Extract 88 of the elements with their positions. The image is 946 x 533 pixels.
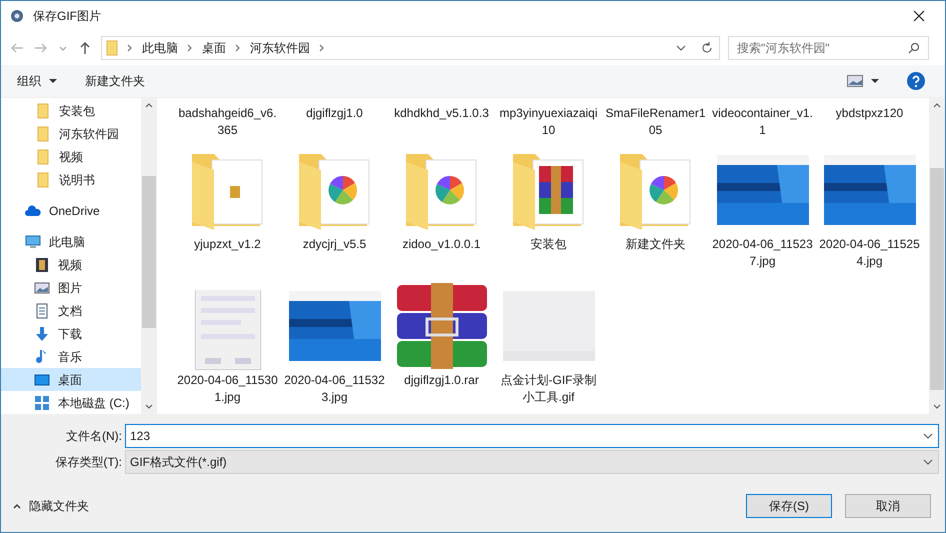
window-title: 保存GIF图片 <box>33 8 101 25</box>
file-item[interactable]: 新建文件夹 <box>602 144 709 275</box>
view-icon[interactable] <box>847 75 863 87</box>
file-item[interactable]: 2020-04-06_115301.jpg <box>174 280 281 411</box>
file-item[interactable]: zdycjrj_v5.5 <box>281 144 388 275</box>
file-name: SmaFileRenamer105 <box>604 105 707 139</box>
folder-icon <box>106 40 118 56</box>
filename-field[interactable]: 123 <box>125 424 939 448</box>
file-name: djgiflzgj1.0 <box>305 105 364 122</box>
search-icon <box>908 42 920 54</box>
sidebar-item[interactable]: 文档 <box>1 299 141 322</box>
field-label: 文件名(N): <box>65 428 123 445</box>
chevron-right-icon <box>318 44 326 52</box>
file-name: 2020-04-06_115323.jpg <box>283 372 386 406</box>
scrollbar[interactable] <box>141 98 157 414</box>
address-bar[interactable]: 此电脑 桌面 河东软件园 <box>101 36 720 60</box>
caret-icon[interactable] <box>871 77 879 85</box>
sidebar-item[interactable]: OneDrive <box>1 200 141 223</box>
chevron-right-icon <box>186 44 194 52</box>
file-item[interactable]: 2020-04-06_115254.jpg <box>816 144 923 275</box>
breadcrumb[interactable]: 河东软件园 <box>250 39 310 57</box>
document-icon <box>34 302 50 319</box>
file-name: ybdstpxz120 <box>834 105 904 122</box>
file-name: zidoo_v1.0.0.1 <box>401 236 482 253</box>
archive-icon <box>394 283 488 369</box>
breadcrumb[interactable]: 桌面 <box>202 39 226 57</box>
help-icon[interactable] <box>907 72 925 90</box>
breadcrumb[interactable]: 此电脑 <box>142 39 178 57</box>
desktop-icon <box>34 372 50 388</box>
sidebar-item[interactable]: 本地磁盘 (C:) <box>1 391 141 414</box>
field-label: 保存类型(T): <box>54 454 123 471</box>
file-type-dropdown[interactable]: GIF格式文件(*.gif) <box>125 450 939 474</box>
file-item[interactable]: djgiflzgj1.0.rar <box>388 280 495 411</box>
file-name: 2020-04-06_115237.jpg <box>711 236 814 270</box>
sidebar-item[interactable]: 下载 <box>1 322 141 346</box>
file-name: 新建文件夹 <box>624 236 686 253</box>
sidebar-item[interactable]: 视频 <box>1 254 141 276</box>
scrollbar[interactable] <box>929 98 945 414</box>
cancel-button[interactable]: 取消 <box>845 494 931 518</box>
sidebar-item[interactable]: 桌面 <box>1 368 141 392</box>
file-name: videocontainer_v1.1 <box>711 105 814 139</box>
file-name: yjupzxt_v1.2 <box>193 236 262 253</box>
sidebar-item[interactable]: 图片 <box>1 276 141 300</box>
image-icon <box>34 280 50 296</box>
sidebar-item[interactable]: 此电脑 <box>1 230 141 254</box>
caret-icon <box>49 77 57 85</box>
search-field[interactable]: 搜索"河东软件园" <box>728 36 929 60</box>
folder-icon <box>35 103 51 120</box>
file-name: mp3yinyuexiazaiqi10 <box>498 105 599 139</box>
film-icon <box>34 256 50 273</box>
disk-icon <box>34 394 50 411</box>
app-icon <box>9 8 25 24</box>
file-name: badshahgeid6_v6.365 <box>177 105 278 139</box>
sidebar-item[interactable]: 安装包 <box>1 100 141 123</box>
file-name: 点金计划-GIF录制小工具.gif <box>500 372 598 406</box>
chevron-up-icon <box>13 502 21 510</box>
hide-folders-button[interactable]: 隐藏文件夹 <box>13 497 89 515</box>
folder-icon <box>35 172 51 188</box>
folder-icon <box>35 126 51 142</box>
file-item[interactable]: zidoo_v1.0.0.1 <box>388 144 495 275</box>
scroll-thumb[interactable] <box>142 176 156 328</box>
scroll-thumb[interactable] <box>930 168 944 390</box>
file-name: djgiflzgj1.0.rar <box>403 372 480 389</box>
folder-icon <box>35 149 51 166</box>
file-item[interactable]: 2020-04-06_115237.jpg <box>709 144 816 275</box>
download-icon <box>34 326 50 342</box>
file-name: 2020-04-06_115301.jpg <box>176 372 279 406</box>
sidebar-item[interactable]: 视频 <box>1 146 141 169</box>
sidebar-item[interactable]: 河东软件园 <box>1 122 141 146</box>
file-item[interactable]: 安装包 <box>495 144 602 275</box>
file-item[interactable]: 点金计划-GIF录制小工具.gif <box>495 280 602 411</box>
search-input[interactable]: 搜索"河东软件园" <box>737 39 908 57</box>
file-name: kdhdkhd_v5.1.0.3 <box>393 105 490 122</box>
file-name: zdycjrj_v5.5 <box>302 236 368 253</box>
sidebar-item[interactable]: 说明书 <box>1 168 141 192</box>
sidebar-item[interactable]: 音乐 <box>1 345 141 368</box>
close-icon <box>913 10 925 22</box>
field-value: 123 <box>130 428 152 445</box>
computer-icon <box>25 234 41 250</box>
file-item[interactable]: 2020-04-06_115323.jpg <box>281 280 388 411</box>
file-name: 2020-04-06_115254.jpg <box>818 236 921 270</box>
organize-button[interactable]: 组织 <box>17 72 57 90</box>
file-item[interactable]: yjupzxt_v1.2 <box>174 144 281 275</box>
chevron-right-icon <box>234 44 242 52</box>
file-name: 安装包 <box>530 236 568 253</box>
save-button[interactable]: 保存(S) <box>746 494 832 518</box>
chevron-right-icon <box>126 44 134 52</box>
new-folder-button[interactable]: 新建文件夹 <box>85 72 145 90</box>
